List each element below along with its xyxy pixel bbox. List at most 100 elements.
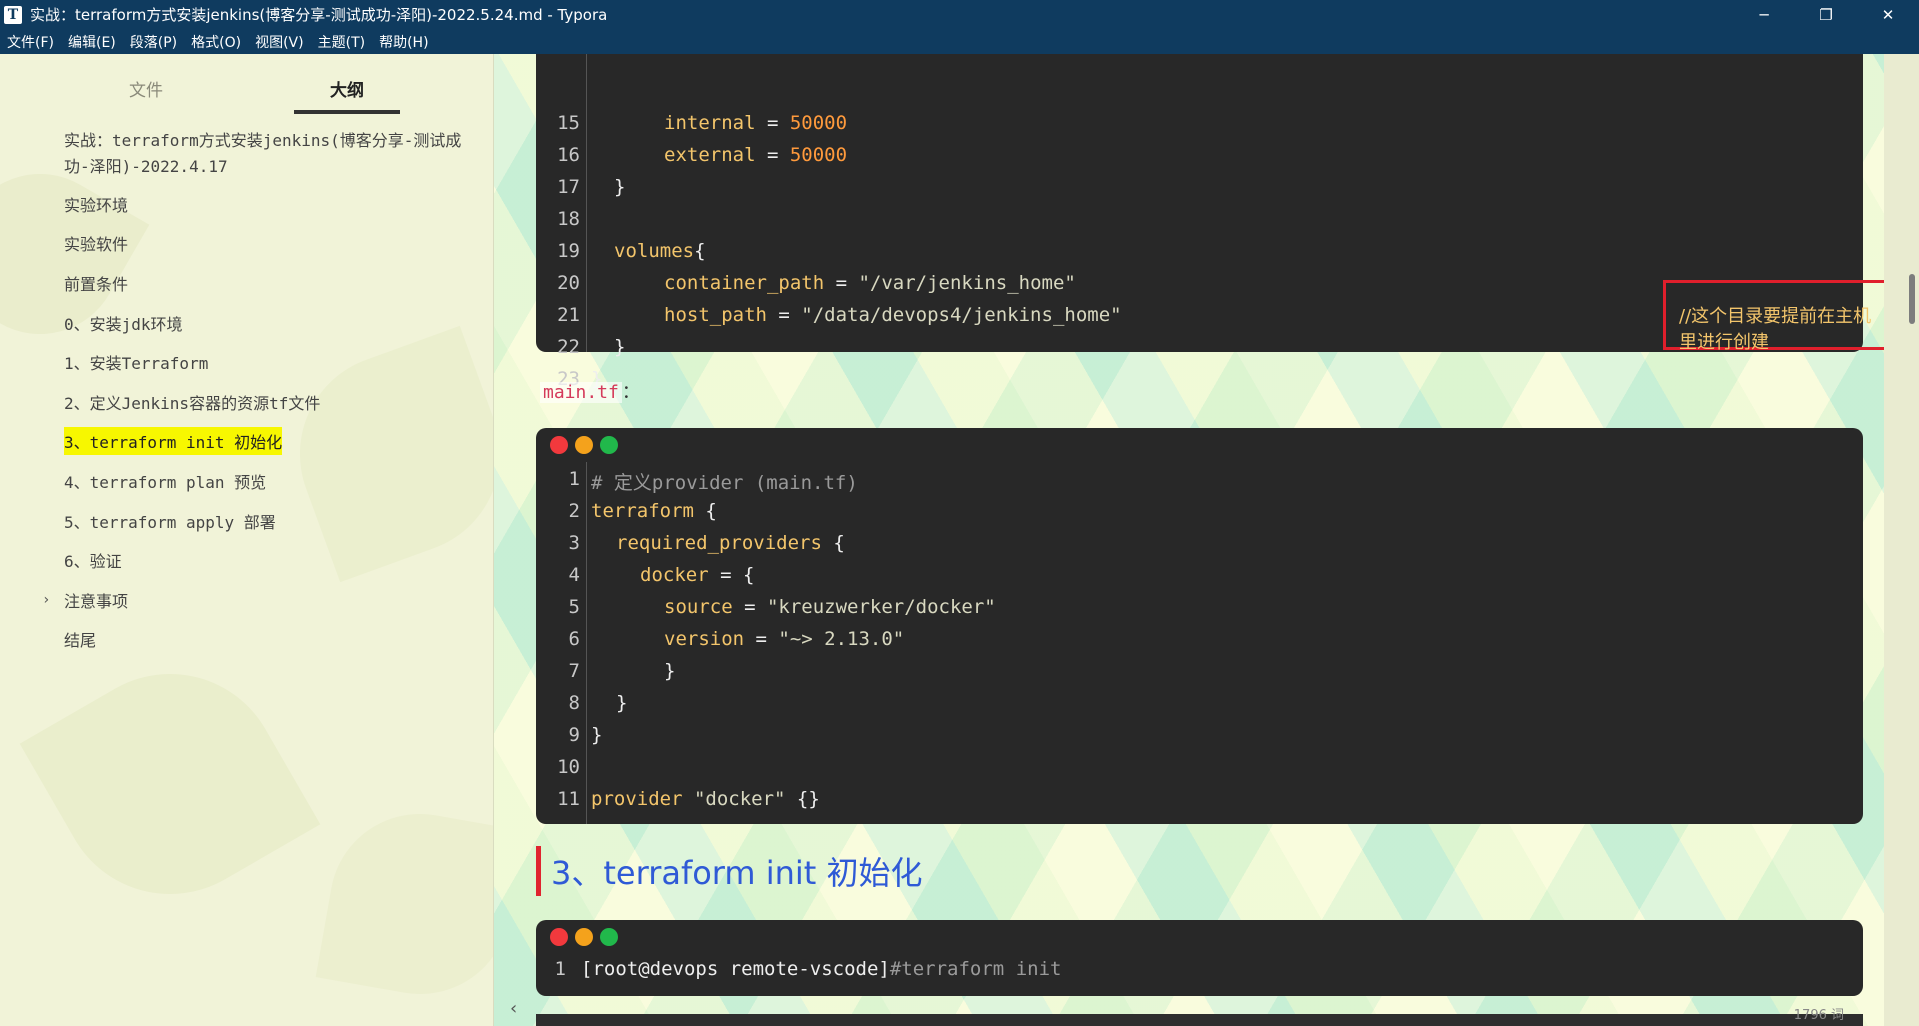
scroll-thumb[interactable] — [1909, 274, 1915, 324]
green-dot-icon — [600, 436, 618, 454]
yellow-dot-icon — [575, 436, 593, 454]
outline-item[interactable]: 1、安装Terraform — [64, 342, 484, 382]
close-button[interactable]: ✕ — [1857, 0, 1919, 29]
line-number: 18 — [557, 208, 580, 230]
code-line: } — [591, 724, 603, 746]
word-count[interactable]: 1796 词 — [1794, 1004, 1844, 1023]
tab-files[interactable]: 文件 — [129, 76, 163, 101]
line-number: 21 — [557, 304, 580, 326]
code-line: [root@devops remote-vscode]#terraform in… — [581, 958, 1062, 980]
code-line: terraform { — [591, 500, 717, 522]
code-line: external = 50000 — [664, 144, 848, 166]
active-tab-indicator — [294, 110, 400, 114]
line-number: 15 — [557, 112, 580, 134]
chevron-right-icon[interactable]: › — [42, 592, 50, 608]
code-line: } — [614, 336, 626, 358]
code-line: internal = 50000 — [664, 112, 848, 134]
window-title: 实战：terraform方式安装jenkins(博客分享-测试成功-泽阳)-20… — [30, 6, 608, 24]
code-line: host_path = "/data/devops4/jenkins_home" — [664, 304, 1122, 326]
menu-edit[interactable]: 编辑(E) — [61, 32, 123, 52]
code-line: } — [664, 660, 676, 682]
section-heading: 3、terraform init 初始化 — [536, 846, 923, 896]
outline-item[interactable]: 5、terraform apply 部署 — [64, 501, 484, 541]
code-line: container_path = "/var/jenkins_home" — [664, 272, 1076, 294]
code-block-main-tf[interactable]: 1 2 3 4 5 6 7 8 9 10 11 # 定义provider (ma… — [536, 428, 1863, 824]
code-block-terraform-init[interactable]: 1 [root@devops remote-vscode]#terraform … — [536, 920, 1863, 996]
code-line: volumes{ — [614, 240, 706, 262]
line-number: 1 — [554, 958, 566, 980]
code-line: version = "~> 2.13.0" — [664, 628, 905, 650]
red-dot-icon — [550, 928, 568, 946]
sidebar-tabs: 文件 大纲 — [0, 54, 493, 114]
outline-item[interactable]: 0、安装jdk环境 — [64, 303, 484, 343]
code-line: } — [616, 692, 628, 714]
outline-item-collapsible[interactable]: › 注意事项 — [42, 580, 484, 620]
window-dots — [550, 928, 618, 946]
next-code-block-partial — [536, 1014, 1863, 1026]
typora-app-icon: T — [4, 5, 22, 24]
menu-bar: 文件(F) 编辑(E) 段落(P) 格式(O) 视图(V) 主题(T) 帮助(H… — [0, 29, 1919, 54]
outline-item[interactable]: 实验软件 — [64, 224, 484, 264]
sidebar: 文件 大纲 实战：terraform方式安装jenkins(博客分享-测试成功-… — [0, 54, 494, 1026]
vertical-scrollbar[interactable] — [1884, 54, 1919, 1026]
menu-file[interactable]: 文件(F) — [0, 32, 61, 52]
window-controls: ─ ❐ ✕ — [1733, 0, 1919, 29]
window-dots — [550, 436, 618, 454]
tab-outline[interactable]: 大纲 — [330, 76, 364, 101]
line-number: 22 — [557, 336, 580, 358]
line-number: 9 — [568, 724, 580, 746]
outline-item[interactable]: 前置条件 — [64, 263, 484, 303]
outline-item[interactable]: 结尾 — [64, 620, 484, 660]
heading-text: 3、terraform init 初始化 — [551, 854, 923, 892]
outline-item[interactable]: 实验环境 — [64, 184, 484, 224]
menu-help[interactable]: 帮助(H) — [372, 32, 435, 52]
code-line: # 定义provider (main.tf) — [591, 472, 858, 494]
code-line: provider "docker" {} — [591, 788, 820, 810]
title-bar: T 实战：terraform方式安装jenkins(博客分享-测试成功-泽阳)-… — [0, 0, 1919, 29]
outline-list: 实战：terraform方式安装jenkins(博客分享-测试成功-泽阳)-20… — [42, 126, 484, 660]
restore-button[interactable]: ❐ — [1795, 0, 1857, 29]
minimize-button[interactable]: ─ — [1733, 0, 1795, 29]
line-number: 2 — [568, 500, 580, 522]
menu-paragraph[interactable]: 段落(P) — [123, 32, 184, 52]
red-dot-icon — [550, 436, 568, 454]
menu-view[interactable]: 视图(V) — [248, 32, 311, 52]
yellow-dot-icon — [575, 928, 593, 946]
outline-item-doc-title[interactable]: 实战：terraform方式安装jenkins(博客分享-测试成功-泽阳)-20… — [64, 126, 484, 184]
line-number: 10 — [557, 756, 580, 778]
editor-content[interactable]: 15 16 17 18 19 20 21 22 23 internal = 50… — [494, 54, 1884, 1026]
code-line: source = "kreuzwerker/docker" — [664, 596, 996, 618]
menu-theme[interactable]: 主题(T) — [311, 32, 372, 52]
outline-item[interactable]: 2、定义Jenkins容器的资源tf文件 — [64, 382, 484, 422]
heading-accent-bar — [536, 846, 541, 896]
line-number: 6 — [568, 628, 580, 650]
line-number: 3 — [568, 532, 580, 554]
inline-colon: ： — [621, 382, 640, 403]
code-gutter — [586, 54, 587, 352]
line-number: 4 — [568, 564, 580, 586]
line-number: 16 — [557, 144, 580, 166]
line-number: 5 — [568, 596, 580, 618]
line-number: 17 — [557, 176, 580, 198]
code-line: docker = { — [640, 564, 755, 586]
line-number: 19 — [557, 240, 580, 262]
outline-item[interactable]: 6、验证 — [64, 540, 484, 580]
line-number: 1 — [568, 468, 580, 490]
menu-format[interactable]: 格式(O) — [184, 32, 248, 52]
line-number: 7 — [568, 660, 580, 682]
inline-code: main.tf — [540, 382, 622, 403]
code-line: } — [614, 176, 626, 198]
code-line: required_providers { — [616, 532, 845, 554]
leaf-decoration — [19, 633, 321, 935]
outline-item-current[interactable]: 3、terraform init 初始化 — [64, 422, 484, 462]
code-gutter — [586, 462, 587, 824]
line-number: 11 — [557, 788, 580, 810]
line-number: 8 — [568, 692, 580, 714]
annotation-comment: //这个目录要提前在主机里进行创建 — [1679, 306, 1872, 353]
leaf-decoration — [315, 799, 493, 1009]
inline-filename: main.tf： — [540, 378, 640, 404]
chevron-left-icon[interactable]: ‹ — [510, 998, 517, 1019]
outline-item[interactable]: 4、terraform plan 预览 — [64, 461, 484, 501]
green-dot-icon — [600, 928, 618, 946]
line-number: 20 — [557, 272, 580, 294]
